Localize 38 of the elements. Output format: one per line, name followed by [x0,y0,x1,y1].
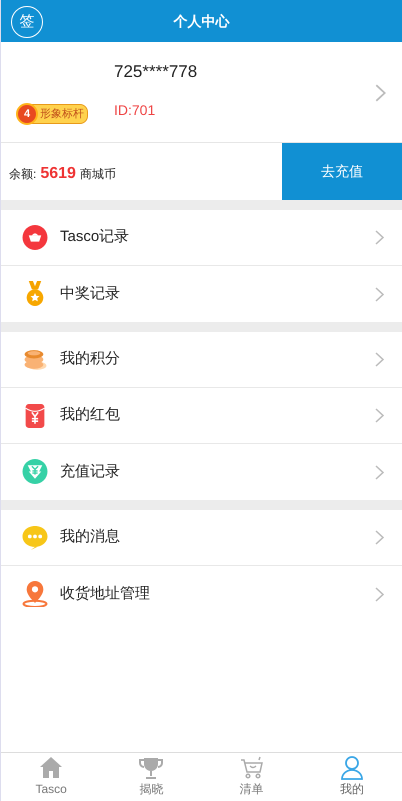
menu-item[interactable]: 我的积分 [1,332,402,388]
menu-item[interactable]: 充值记录 [1,444,402,500]
tab-bar-item[interactable]: 我的 [302,753,402,801]
user-id: ID:701 [114,101,156,120]
chevron-icon [375,586,384,602]
chevron-icon [375,464,384,480]
level-title: 形象标杆 [40,106,84,122]
level-number: 4 [16,103,38,125]
chevron-icon [375,530,384,545]
trophy-icon [139,756,164,780]
ingot-icon [22,224,48,250]
tab-bar-item[interactable]: 揭晓 [101,753,202,801]
chevron-icon [375,286,384,302]
page-title: 个人中心 [174,12,230,30]
chevron-icon [375,84,386,102]
tab-bar-item[interactable]: Tasco [1,753,102,801]
chevron-icon [375,408,384,423]
menu-item[interactable]: Tasco记录 [1,210,402,266]
balance-amount: 5619 [40,164,76,184]
chevron-icon [375,352,384,367]
sign-in-button[interactable]: 签 [11,6,43,38]
currency-unit: 商城币 [80,166,116,182]
menu-item[interactable]: 我的消息 [1,510,402,566]
location-pin-icon [22,581,48,607]
chevron-icon [375,230,384,245]
chat-bubble-icon [22,524,48,550]
user-icon [340,756,364,780]
username: 725****778 [114,60,198,83]
menu-item[interactable]: 中奖记录 [1,266,402,322]
shopping-cart-icon [240,756,264,780]
tab-bar-item[interactable]: 清单 [202,753,302,801]
home-icon [39,756,64,780]
menu-item[interactable]: 收货地址管理 [1,566,402,622]
menu-item[interactable]: 我的红包 [1,388,402,444]
balance-label: 余额: [9,166,36,182]
recharge-button[interactable]: 去充值 [282,143,402,200]
profile-card[interactable]: 4 形象标杆 725****778 ID:701 [1,42,402,143]
recharge-icon [22,459,48,485]
